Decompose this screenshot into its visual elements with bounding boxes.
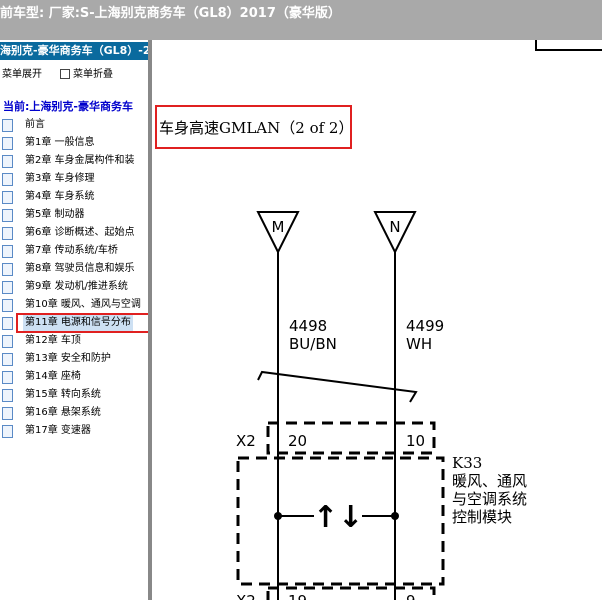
connector-n-label: N <box>389 218 400 236</box>
selected-chapter-highlight <box>16 313 150 333</box>
sidebar-item-chapter[interactable]: 第16章 悬架系统 <box>0 405 150 421</box>
bidirectional-arrows-icon: ↑↓ <box>313 500 363 535</box>
document-icon <box>2 371 13 384</box>
document-icon <box>2 407 13 420</box>
sidebar-item-label: 第12章 车顶 <box>25 335 81 346</box>
sidebar-item-label: 第10章 暖风、通风与空调 <box>25 299 141 310</box>
document-icon <box>2 317 13 330</box>
sidebar-item-label: 第7章 传动系统/车桥 <box>25 245 118 256</box>
sidebar-item-label: 前言 <box>25 119 45 130</box>
menu-expand-label: 菜单展开 <box>2 69 42 80</box>
document-icon <box>2 173 13 186</box>
title-highlight-box <box>155 105 352 149</box>
twisted-pair-symbol <box>257 370 418 403</box>
document-icon <box>2 425 13 438</box>
wire-4499-circuit: 4499 <box>406 317 444 335</box>
document-icon <box>2 209 13 222</box>
sidebar-item-label: 第3章 车身修理 <box>25 173 95 184</box>
connector-x2-bottom-label: X2 <box>236 592 256 600</box>
sidebar-item-label: 第13章 安全和防护 <box>25 353 111 364</box>
sidebar-item-label: 第9章 发动机/推进系统 <box>25 281 128 292</box>
sidebar-item-chapter[interactable]: 第9章 发动机/推进系统 <box>0 279 150 295</box>
sidebar-item-chapter[interactable]: 第17章 变速器 <box>0 423 150 439</box>
sidebar-item-chapter[interactable]: 第8章 驾驶员信息和娱乐 <box>0 261 150 277</box>
sidebar-item-chapter[interactable]: 第3章 车身修理 <box>0 171 150 187</box>
document-icon <box>2 227 13 240</box>
sidebar-item-label: 第4章 车身系统 <box>25 191 95 202</box>
document-icon <box>2 281 13 294</box>
document-icon <box>2 245 13 258</box>
pin-20-label: 20 <box>288 432 307 450</box>
document-icon <box>2 263 13 276</box>
sidebar-item-label: 第6章 诊断概述、起始点 <box>25 227 135 238</box>
sidebar-item-label: 第5章 制动器 <box>25 209 85 220</box>
menu-collapse-label: 菜单折叠 <box>73 69 113 80</box>
sidebar: 海别克-豪华商务车（GL8）-2 菜单展开 菜单折叠 当前:上海别克-豪华商务车… <box>0 40 150 600</box>
connector-m-label: M <box>272 218 285 236</box>
pin-10-label: 10 <box>406 432 425 450</box>
sidebar-header: 海别克-豪华商务车（GL8）-2 <box>0 42 150 60</box>
module-id: K33 <box>452 454 482 472</box>
sidebar-item-label: 第8章 驾驶员信息和娱乐 <box>25 263 135 274</box>
menu-collapse-button[interactable]: 菜单折叠 <box>60 65 113 80</box>
sidebar-item-chapter[interactable]: 第4章 车身系统 <box>0 189 150 205</box>
sidebar-item-chapter[interactable]: 第13章 安全和防护 <box>0 351 150 367</box>
sidebar-item-chapter[interactable]: 第7章 传动系统/车桥 <box>0 243 150 259</box>
connector-x2-top-label: X2 <box>236 432 256 450</box>
junction-dot-left <box>274 512 282 520</box>
pin-19-label: 19 <box>288 592 307 600</box>
collapse-icon <box>60 69 70 79</box>
document-icon <box>2 191 13 204</box>
sidebar-item-label: 第1章 一般信息 <box>25 137 95 148</box>
sidebar-item-chapter[interactable]: 第5章 制动器 <box>0 207 150 223</box>
module-name-line-1: 暖风、通风 <box>452 472 527 490</box>
sidebar-item-chapter[interactable]: 第2章 车身金属构件和装 <box>0 153 150 169</box>
document-icon <box>2 137 13 150</box>
document-icon <box>2 389 13 402</box>
sidebar-item-chapter[interactable]: 第6章 诊断概述、起始点 <box>0 225 150 241</box>
wire-4498-circuit: 4498 <box>289 317 327 335</box>
document-icon <box>2 119 13 132</box>
document-icon <box>2 353 13 366</box>
title-bar: 前车型: 厂家:S-上海别克商务车（GL8）2017（豪华版） <box>0 0 602 40</box>
partial-frame-line <box>535 40 602 51</box>
sidebar-item-label: 第14章 座椅 <box>25 371 81 382</box>
module-name-line-2: 与空调系统 <box>452 490 527 508</box>
wire-4498-color: BU/BN <box>289 335 337 353</box>
sidebar-item-chapter[interactable]: 第1章 一般信息 <box>0 135 150 151</box>
document-icon <box>2 335 13 348</box>
sidebar-item-chapter[interactable]: 第10章 暖风、通风与空调 <box>0 297 150 313</box>
junction-dot-right <box>391 512 399 520</box>
menu-expand-button[interactable]: 菜单展开 <box>2 65 42 80</box>
module-name-line-3: 控制模块 <box>452 508 512 526</box>
window-title: 前车型: 厂家:S-上海别克商务车（GL8）2017（豪华版） <box>0 6 341 21</box>
sidebar-item-label: 第15章 转向系统 <box>25 389 101 400</box>
pin-9-label: 9 <box>406 592 416 600</box>
sidebar-item-label: 第2章 车身金属构件和装 <box>25 155 135 166</box>
diagram-pane: M N 4498 BU/BN 4499 WH X2 20 10 K33 暖风、通… <box>152 40 602 600</box>
sidebar-item-chapter[interactable]: 第15章 转向系统 <box>0 387 150 403</box>
current-vehicle-label: 当前:上海别克-豪华商务车 <box>3 100 133 113</box>
sidebar-item-chapter[interactable]: 第12章 车顶 <box>0 333 150 349</box>
sidebar-item-label: 第17章 变速器 <box>25 425 91 436</box>
sidebar-item-chapter[interactable]: 前言 <box>0 117 150 133</box>
wire-4499-color: WH <box>406 335 432 353</box>
sidebar-item-chapter[interactable]: 第14章 座椅 <box>0 369 150 385</box>
sidebar-item-label: 第16章 悬架系统 <box>25 407 101 418</box>
document-icon <box>2 155 13 168</box>
document-icon <box>2 299 13 312</box>
